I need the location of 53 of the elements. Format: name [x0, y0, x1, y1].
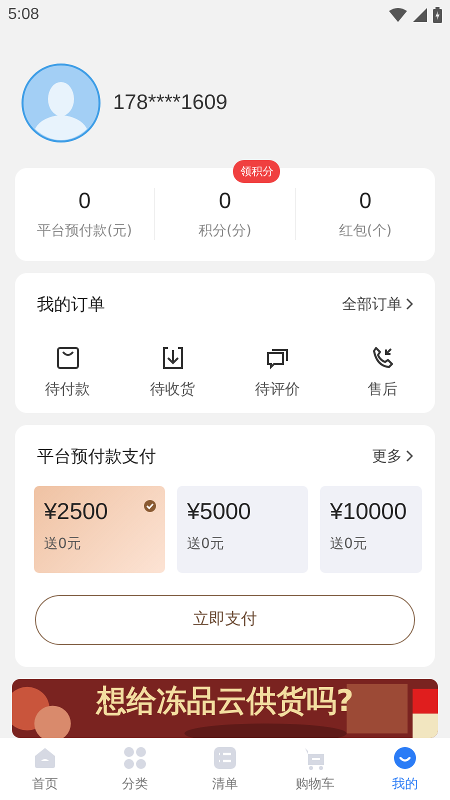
phone-icon[interactable]: [370, 346, 394, 370]
section-title: 我的订单: [37, 294, 105, 316]
grid-icon: [123, 746, 147, 770]
cart-icon: [303, 746, 327, 770]
status-time: 5:08: [8, 6, 40, 24]
amount: ¥5000: [187, 498, 251, 525]
stat-label: 红包(个): [338, 222, 392, 240]
stat-value: 0: [218, 188, 232, 214]
bonus-text: 送0元: [187, 534, 225, 553]
amount: ¥10000: [330, 498, 407, 525]
section-title: 平台预付款支付: [37, 446, 156, 468]
more-link[interactable]: 更多: [372, 446, 413, 466]
home-icon: [33, 746, 57, 770]
all-orders-link[interactable]: 全部订单: [342, 294, 413, 314]
nav-tab[interactable]: 购物车: [270, 738, 360, 800]
tab-label: 首页: [32, 776, 58, 792]
points-badge[interactable]: 领积分: [233, 160, 280, 184]
stat-value: 0: [359, 188, 372, 214]
order-label[interactable]: 待评价: [255, 380, 300, 399]
chevron-right-icon: [406, 298, 413, 310]
bag-icon[interactable]: [56, 346, 80, 370]
order-label[interactable]: 待收货: [150, 380, 195, 399]
amount: ¥2500: [44, 498, 108, 525]
amount-option[interactable]: ¥5000 送0元: [177, 486, 308, 573]
stat-value: 0: [78, 188, 91, 214]
tab-label: 分类: [122, 776, 148, 792]
tab-label: 我的: [392, 776, 418, 792]
smile-icon: [393, 746, 417, 770]
nav-tab[interactable]: 我的: [360, 738, 450, 800]
amount-option[interactable]: ¥10000 送0元: [320, 486, 422, 573]
bonus-text: 送0元: [330, 534, 368, 553]
check-icon: [144, 500, 156, 512]
nav-tab[interactable]: 首页: [0, 738, 90, 800]
bonus-text: 送0元: [44, 534, 82, 553]
signal-icon: [413, 8, 427, 22]
tab-label: 清单: [212, 776, 238, 792]
download-box-icon[interactable]: [160, 346, 184, 370]
banner-title: 想给冻品云供货吗?: [96, 682, 354, 721]
nav-tab[interactable]: 清单: [180, 738, 270, 800]
list-icon: [213, 746, 237, 770]
order-label[interactable]: 待付款: [45, 380, 90, 399]
chevron-right-icon: [406, 450, 413, 462]
battery-icon: [433, 6, 442, 23]
amount-option[interactable]: ¥2500 送0元: [34, 486, 165, 573]
stat-label: 平台预付款(元): [37, 222, 132, 240]
wifi-icon: [389, 8, 407, 22]
avatar-icon[interactable]: [21, 62, 101, 143]
tab-label: 购物车: [296, 776, 334, 792]
phone-number: 178****1609: [113, 90, 228, 115]
nav-tab[interactable]: 分类: [90, 738, 180, 800]
pay-now-button[interactable]: 立即支付: [35, 594, 415, 645]
order-label[interactable]: 售后: [368, 380, 398, 399]
stat-label: 积分(分): [198, 222, 252, 240]
